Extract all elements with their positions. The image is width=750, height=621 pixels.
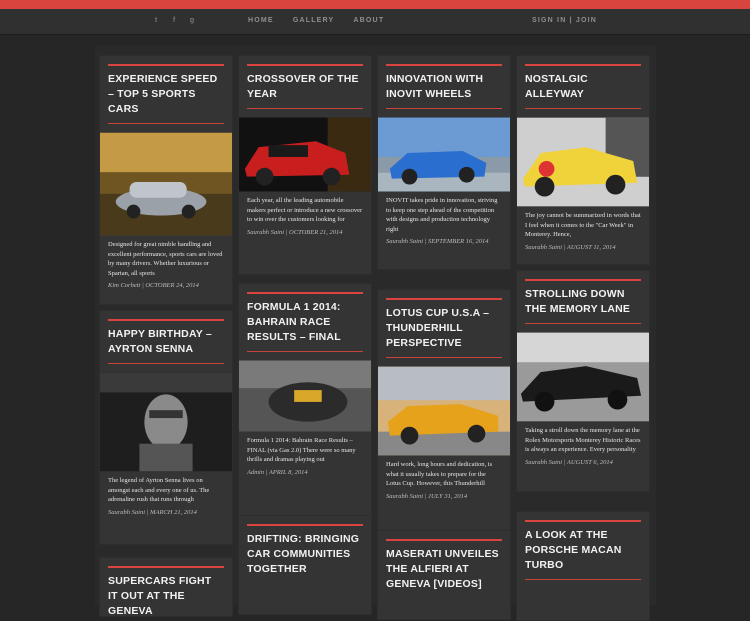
post-title[interactable]: STROLLING DOWN THE MEMORY LANE <box>525 287 641 317</box>
post-card[interactable]: FORMULA 1 2014: BAHRAIN RACE RESULTS – F… <box>238 283 372 543</box>
facebook-icon[interactable]: f <box>170 17 178 24</box>
post-title[interactable]: MASERATI UNVEILES THE ALFIERI AT GENEVA … <box>386 547 502 592</box>
post-title[interactable]: EXPERIENCE SPEED – TOP 5 SPORTS CARS <box>108 72 224 117</box>
post-image[interactable] <box>378 366 510 456</box>
post-card[interactable]: NOSTALGIC ALLEYWAY The joy cannot be sum… <box>516 55 650 265</box>
post-meta: Saurabh Saini | OCTOBER 21, 2014 <box>247 228 343 236</box>
nav-gallery-link[interactable]: GALLERY <box>293 17 335 24</box>
post-card[interactable]: CROSSOVER OF THE YEAR Each year, all the… <box>238 55 372 275</box>
post-image[interactable] <box>239 117 371 192</box>
sign-in-join-link[interactable]: SIGN IN | JOIN <box>532 17 597 24</box>
post-meta: Saurabh Saini | JULY 31, 2014 <box>386 492 468 500</box>
post-meta: Saurabh Saini | SEPTEMBER 16, 2014 <box>386 238 489 245</box>
post-image[interactable] <box>100 372 232 472</box>
post-title[interactable]: HAPPY BIRTHDAY – AYRTON SENNA <box>108 327 224 357</box>
social-links: t f g <box>152 17 196 24</box>
post-image[interactable] <box>517 117 649 207</box>
post-excerpt: Taking a stroll down the memory lane at … <box>525 427 641 453</box>
post-excerpt: Hard work, long hours and dedication, is… <box>386 461 493 487</box>
post-meta: Saurabh Saini | AUGUST 11, 2014 <box>525 243 616 251</box>
post-excerpt: Designed for great nimble handling and e… <box>108 241 223 277</box>
top-navigation: t f g HOME GALLERY ABOUT SIGN IN | JOIN <box>0 9 750 35</box>
post-image[interactable] <box>378 117 510 192</box>
nav-home-link[interactable]: HOME <box>248 17 274 24</box>
post-image[interactable] <box>239 360 371 432</box>
post-title[interactable]: SUPERCARS FIGHT IT OUT AT THE GENEVA <box>108 574 224 619</box>
post-card[interactable]: DRIFTING: BRINGING CAR COMMUNITIES TOGET… <box>238 515 372 615</box>
post-excerpt: Each year, all the leading automobile ma… <box>247 197 363 223</box>
post-excerpt: Formula 1 2014: Bahrain Race Results – F… <box>247 437 356 463</box>
post-card[interactable]: INNOVATION WITH INOVIT WHEELS INOVIT tak… <box>377 55 511 270</box>
post-excerpt: The joy cannot be summarized in words th… <box>525 212 641 238</box>
post-card[interactable]: A LOOK AT THE PORSCHE MACAN TURBO <box>516 511 650 621</box>
post-meta: Saurabh Saini | MARCH 21, 2014 <box>108 508 197 516</box>
post-image[interactable] <box>517 332 649 422</box>
post-title[interactable]: A LOOK AT THE PORSCHE MACAN TURBO <box>525 528 641 573</box>
nav-about-link[interactable]: ABOUT <box>353 17 384 24</box>
post-excerpt: INOVIT takes pride in innovation, strivi… <box>386 197 498 233</box>
post-grid: EXPERIENCE SPEED – TOP 5 SPORTS CARS Des… <box>95 45 656 621</box>
post-title[interactable]: LOTUS CUP U.S.A – THUNDERHILL PERSPECTIV… <box>386 306 502 351</box>
post-card[interactable]: EXPERIENCE SPEED – TOP 5 SPORTS CARS Des… <box>99 55 233 305</box>
post-card[interactable]: MASERATI UNVEILES THE ALFIERI AT GENEVA … <box>377 530 511 620</box>
post-title[interactable]: NOSTALGIC ALLEYWAY <box>525 72 641 102</box>
post-card[interactable]: HAPPY BIRTHDAY – AYRTON SENNA The legend… <box>99 310 233 545</box>
post-card[interactable]: LOTUS CUP U.S.A – THUNDERHILL PERSPECTIV… <box>377 289 511 559</box>
post-card[interactable]: SUPERCARS FIGHT IT OUT AT THE GENEVA <box>99 557 233 617</box>
post-meta: Saurabh Saini | AUGUST 6, 2014 <box>525 458 613 466</box>
post-title[interactable]: FORMULA 1 2014: BAHRAIN RACE RESULTS – F… <box>247 300 363 345</box>
twitter-icon[interactable]: t <box>152 17 160 24</box>
post-excerpt: The legend of Ayrton Senna lives on amon… <box>108 477 210 503</box>
post-title[interactable]: DRIFTING: BRINGING CAR COMMUNITIES TOGET… <box>247 532 363 577</box>
post-title[interactable]: CROSSOVER OF THE YEAR <box>247 72 363 102</box>
post-image[interactable] <box>100 132 232 236</box>
google-plus-icon[interactable]: g <box>188 17 196 24</box>
post-card[interactable]: STROLLING DOWN THE MEMORY LANE Taking a … <box>516 270 650 492</box>
top-accent-bar <box>0 0 750 9</box>
post-meta: Admin | APRIL 8, 2014 <box>247 468 308 476</box>
post-title[interactable]: INNOVATION WITH INOVIT WHEELS <box>386 72 502 102</box>
post-meta: Kim Corbett | OCTOBER 24, 2014 <box>108 282 199 289</box>
